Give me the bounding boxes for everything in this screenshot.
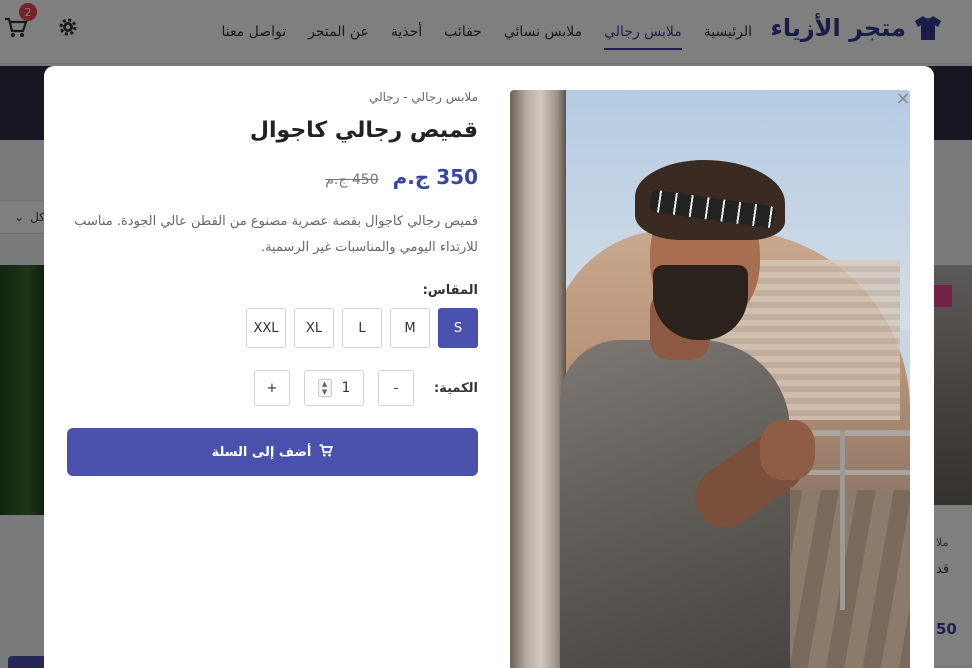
quantity-stepper: الكمية: - ▲ ▼ 1 + xyxy=(68,370,478,406)
size-option-xl[interactable]: XL xyxy=(294,308,334,348)
current-price: 350 ج.م xyxy=(392,165,478,189)
product-category: ملابس رجالي - رجالي xyxy=(368,90,478,104)
product-image xyxy=(510,90,910,668)
spinner-icon[interactable]: ▲ ▼ xyxy=(317,379,332,397)
add-to-cart-button[interactable]: أضف إلى السلة xyxy=(67,428,478,476)
quantity-value: 1 xyxy=(341,380,351,396)
price-row: 350 ج.م 450 ج.م xyxy=(68,165,478,189)
product-info: ملابس رجالي - رجالي قميص رجالي كاجوال 35… xyxy=(67,90,478,476)
quantity-input[interactable]: ▲ ▼ 1 xyxy=(304,370,364,406)
increase-quantity-button[interactable]: + xyxy=(254,370,290,406)
product-description: قميص رجالي كاجوال بقصة عصرية مصنوع من ال… xyxy=(74,214,478,255)
quantity-label: الكمية: xyxy=(433,380,478,396)
old-price: 450 ج.م xyxy=(325,172,379,188)
size-option-s[interactable]: S xyxy=(438,308,478,348)
size-option-xxl[interactable]: XXL xyxy=(246,308,286,348)
cart-icon xyxy=(319,443,334,461)
product-title: قميص رجالي كاجوال xyxy=(249,118,478,143)
close-icon[interactable]: × xyxy=(894,90,912,108)
add-to-cart-label: أضف إلى السلة xyxy=(211,444,312,460)
decrease-quantity-button[interactable]: - xyxy=(378,370,414,406)
product-quick-view-modal: × ملابس رجالي - رجالي قميص رجالي كاجوال … xyxy=(44,66,934,668)
size-options: S M L XL XXL xyxy=(68,308,478,348)
size-label: المقاس: xyxy=(422,283,478,298)
size-option-l[interactable]: L xyxy=(342,308,382,348)
size-option-m[interactable]: M xyxy=(390,308,430,348)
